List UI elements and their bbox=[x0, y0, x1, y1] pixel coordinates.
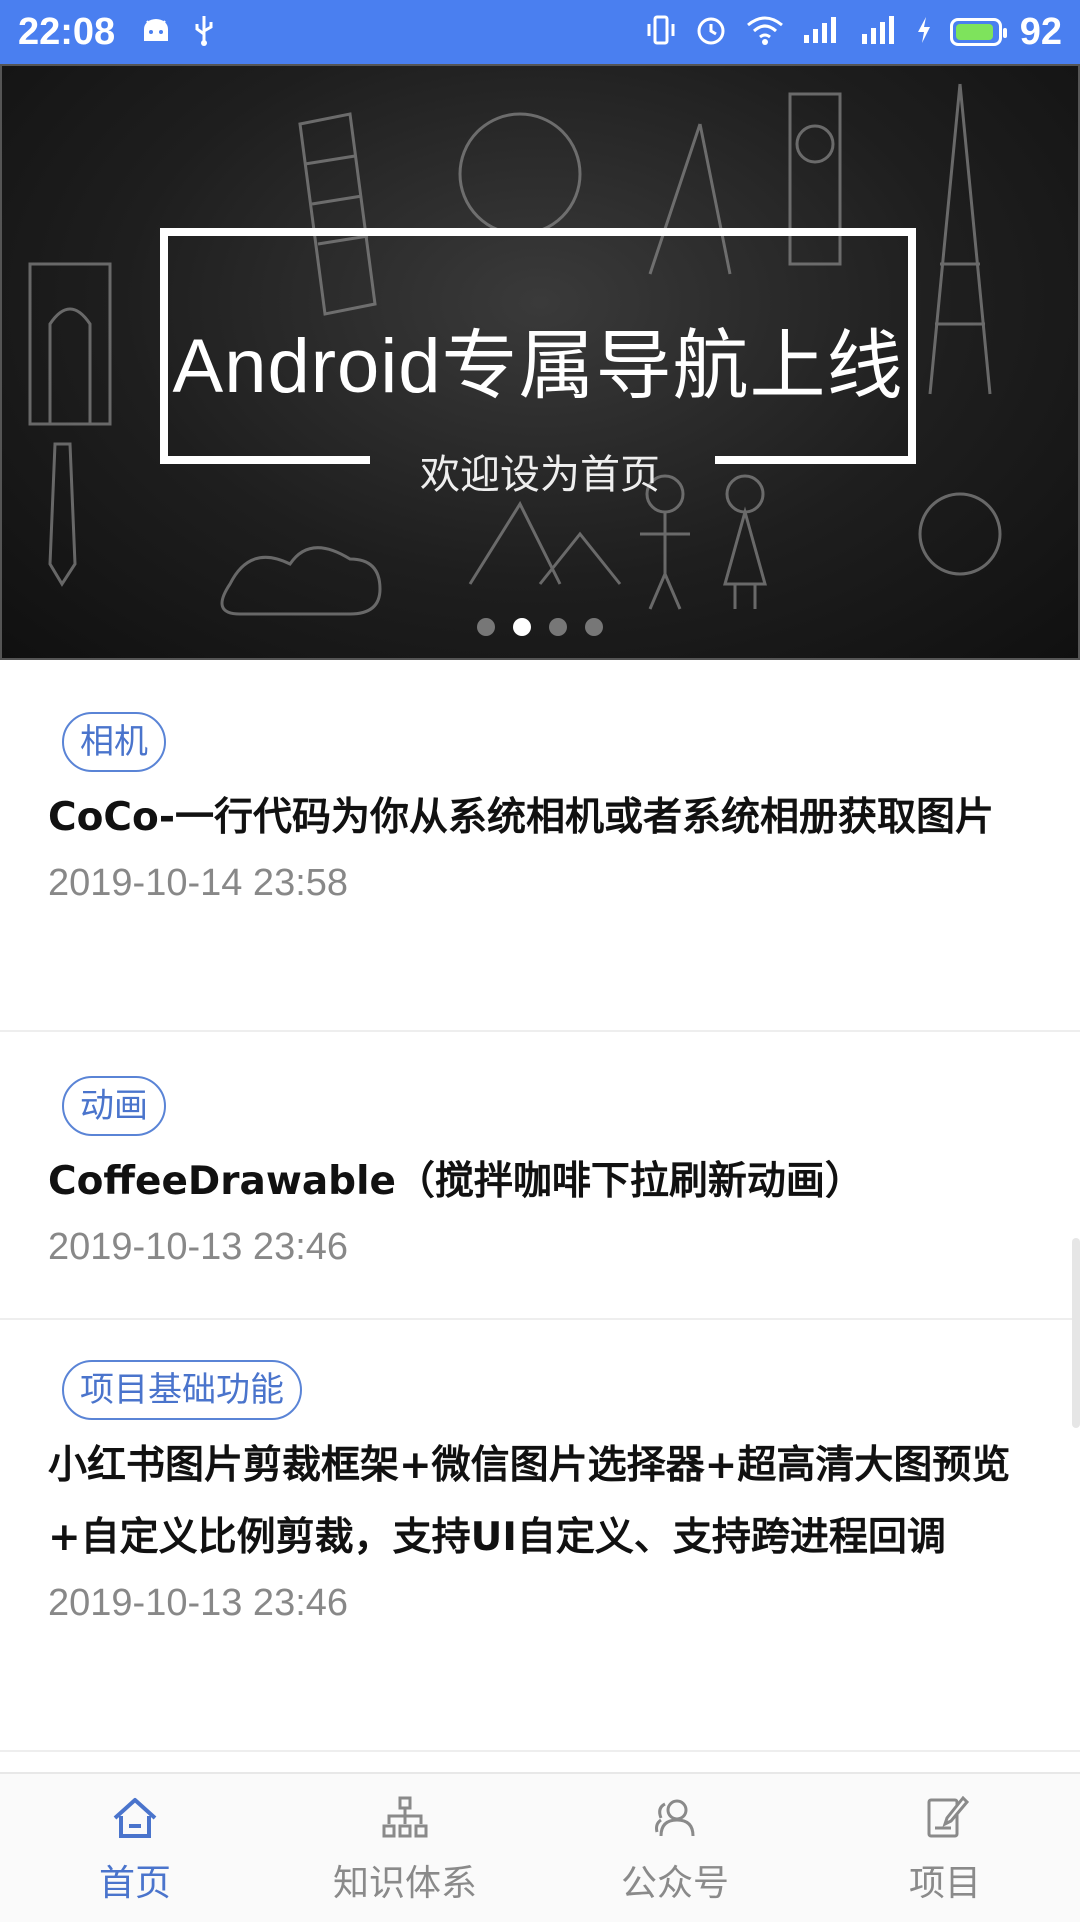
article-date: 2019-10-14 23:58 bbox=[48, 862, 349, 904]
list-item[interactable]: 动画 CoffeeDrawable（搅拌咖啡下拉刷新动画） 2019-10-13… bbox=[0, 1032, 1080, 1320]
nav-item-wechat-accounts[interactable]: 公众号 bbox=[540, 1774, 810, 1922]
battery-level: 92 bbox=[1019, 10, 1062, 53]
article-title: CoffeeDrawable（搅拌咖啡下拉刷新动画） bbox=[48, 1159, 864, 1204]
carousel-dot[interactable] bbox=[549, 618, 567, 636]
people-icon bbox=[651, 1796, 699, 1844]
carousel-dot[interactable] bbox=[585, 618, 603, 636]
android-icon bbox=[141, 17, 171, 47]
nav-label: 首页 bbox=[98, 1863, 171, 1904]
article-title: 小红书图片剪裁框架+微信图片选择器+超高清大图预览+自定义比例剪裁，支持UI自定… bbox=[48, 1443, 1011, 1560]
hierarchy-icon bbox=[381, 1796, 429, 1844]
nav-item-home[interactable]: 首页 bbox=[0, 1774, 270, 1922]
signal-icon bbox=[802, 15, 840, 49]
banner-subtitle: 欢迎设为首页 bbox=[420, 452, 660, 498]
notebook-icon bbox=[921, 1795, 970, 1844]
article-title: CoCo-一行代码为你从系统相机或者系统相册获取图片 bbox=[48, 795, 995, 840]
article-date: 2019-10-13 23:46 bbox=[48, 1582, 349, 1624]
charging-icon bbox=[916, 16, 932, 48]
carousel-indicators bbox=[0, 618, 1080, 636]
banner-title: Android专属导航上线 bbox=[172, 324, 904, 409]
battery-icon bbox=[949, 18, 1007, 46]
scrollbar[interactable] bbox=[1072, 1238, 1080, 1428]
article-tag[interactable]: 动画 bbox=[62, 1076, 166, 1136]
signal-4g-icon bbox=[858, 14, 898, 50]
article-tag[interactable]: 项目基础功能 bbox=[62, 1360, 302, 1420]
usb-icon bbox=[193, 14, 215, 50]
nav-label: 公众号 bbox=[620, 1863, 729, 1904]
nav-label: 知识体系 bbox=[332, 1863, 477, 1904]
status-notification-icons bbox=[141, 14, 215, 50]
article-list: 相机 CoCo-一行代码为你从系统相机或者系统相册获取图片 2019-10-14… bbox=[0, 660, 1080, 1752]
wifi-icon bbox=[746, 15, 784, 49]
bottom-navigation: 首页 知识体系 公众号 项目 bbox=[0, 1772, 1080, 1922]
carousel-dot[interactable] bbox=[477, 618, 495, 636]
nav-label: 项目 bbox=[908, 1863, 981, 1904]
list-item[interactable]: 相机 CoCo-一行代码为你从系统相机或者系统相册获取图片 2019-10-14… bbox=[0, 660, 1080, 1032]
status-time: 22:08 bbox=[18, 10, 116, 53]
nav-item-knowledge[interactable]: 知识体系 bbox=[270, 1774, 540, 1922]
nav-item-projects[interactable]: 项目 bbox=[810, 1774, 1080, 1922]
banner-carousel[interactable]: Android专属导航上线 欢迎设为首页 bbox=[0, 64, 1080, 660]
article-date: 2019-10-13 23:46 bbox=[48, 1226, 349, 1268]
home-icon bbox=[111, 1796, 159, 1844]
alarm-icon bbox=[694, 13, 728, 51]
status-bar: 22:08 92 bbox=[0, 0, 1080, 64]
carousel-dot-active[interactable] bbox=[513, 618, 531, 636]
article-tag[interactable]: 相机 bbox=[62, 712, 166, 772]
vibrate-icon bbox=[646, 14, 676, 50]
status-system-icons: 92 bbox=[646, 11, 1062, 54]
list-item[interactable]: 项目基础功能 小红书图片剪裁框架+微信图片选择器+超高清大图预览+自定义比例剪裁… bbox=[0, 1320, 1080, 1752]
